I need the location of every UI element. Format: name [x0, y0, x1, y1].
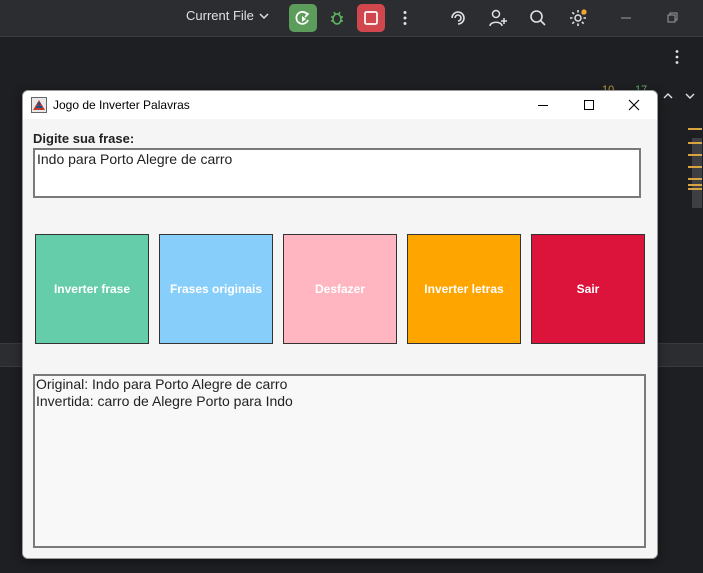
- settings-button[interactable]: [566, 6, 590, 30]
- chevron-up-icon: [663, 93, 673, 99]
- ide-toolbar: Current File: [0, 0, 703, 36]
- invert-letters-button[interactable]: Inverter letras: [407, 234, 521, 344]
- more-vertical-icon: [675, 50, 679, 64]
- close-button[interactable]: [611, 91, 657, 119]
- window-title: Jogo de Inverter Palavras: [53, 98, 190, 112]
- rerun-button[interactable]: [289, 4, 317, 32]
- window-titlebar[interactable]: Jogo de Inverter Palavras: [23, 91, 657, 119]
- add-user-button[interactable]: [486, 6, 510, 30]
- undo-button[interactable]: Desfazer: [283, 234, 397, 344]
- output-line: Original: Indo para Porto Alegre de carr…: [36, 376, 288, 392]
- search-icon: [530, 10, 546, 26]
- maximize-button[interactable]: [566, 91, 612, 119]
- window-content: Digite sua frase: Indo para Porto Alegre…: [23, 119, 657, 558]
- maximize-icon: [584, 100, 594, 110]
- run-config-selector[interactable]: Current File: [186, 8, 270, 23]
- gear-icon: [570, 9, 587, 26]
- minimize-ide-button[interactable]: [614, 6, 638, 30]
- debug-button[interactable]: [325, 6, 349, 30]
- chevron-down-icon: [685, 93, 695, 99]
- phrase-input[interactable]: Indo para Porto Alegre de carro: [33, 148, 641, 198]
- spiral-icon: [451, 11, 465, 25]
- add-user-icon: [489, 9, 507, 27]
- minimize-icon: [621, 17, 631, 19]
- original-phrases-button[interactable]: Frases originais: [159, 234, 273, 344]
- restore-icon: [667, 12, 678, 23]
- scrollbar-markers[interactable]: [688, 128, 702, 208]
- more-actions-button[interactable]: [393, 6, 417, 30]
- exit-button[interactable]: Sair: [531, 234, 645, 344]
- editor-tab-bar: [0, 36, 703, 80]
- prompt-label: Digite sua frase:: [33, 131, 135, 146]
- invert-phrase-button[interactable]: Inverter frase: [35, 234, 149, 344]
- app-window: Jogo de Inverter Palavras Digite sua fra…: [22, 90, 658, 559]
- more-vertical-icon: [403, 11, 407, 25]
- restore-ide-button[interactable]: [660, 6, 684, 30]
- next-highlight-button[interactable]: [684, 86, 696, 105]
- editor-more-button[interactable]: [674, 49, 680, 69]
- java-app-icon: [31, 97, 47, 113]
- output-line: Invertida: carro de Alegre Porto para In…: [36, 393, 293, 409]
- output-area[interactable]: Original: Indo para Porto Alegre de carr…: [33, 374, 646, 548]
- rerun-icon: [295, 11, 310, 25]
- stop-button[interactable]: [357, 4, 385, 32]
- stop-icon: [364, 11, 378, 25]
- prev-highlight-button[interactable]: [662, 86, 674, 105]
- minimize-button[interactable]: [520, 91, 566, 119]
- close-icon: [628, 99, 640, 111]
- run-config-label: Current File: [186, 8, 254, 23]
- ai-assistant-button[interactable]: [446, 6, 470, 30]
- minimize-icon: [538, 105, 548, 106]
- bug-icon: [331, 11, 343, 25]
- search-button[interactable]: [526, 6, 550, 30]
- chevron-down-icon: [259, 12, 269, 19]
